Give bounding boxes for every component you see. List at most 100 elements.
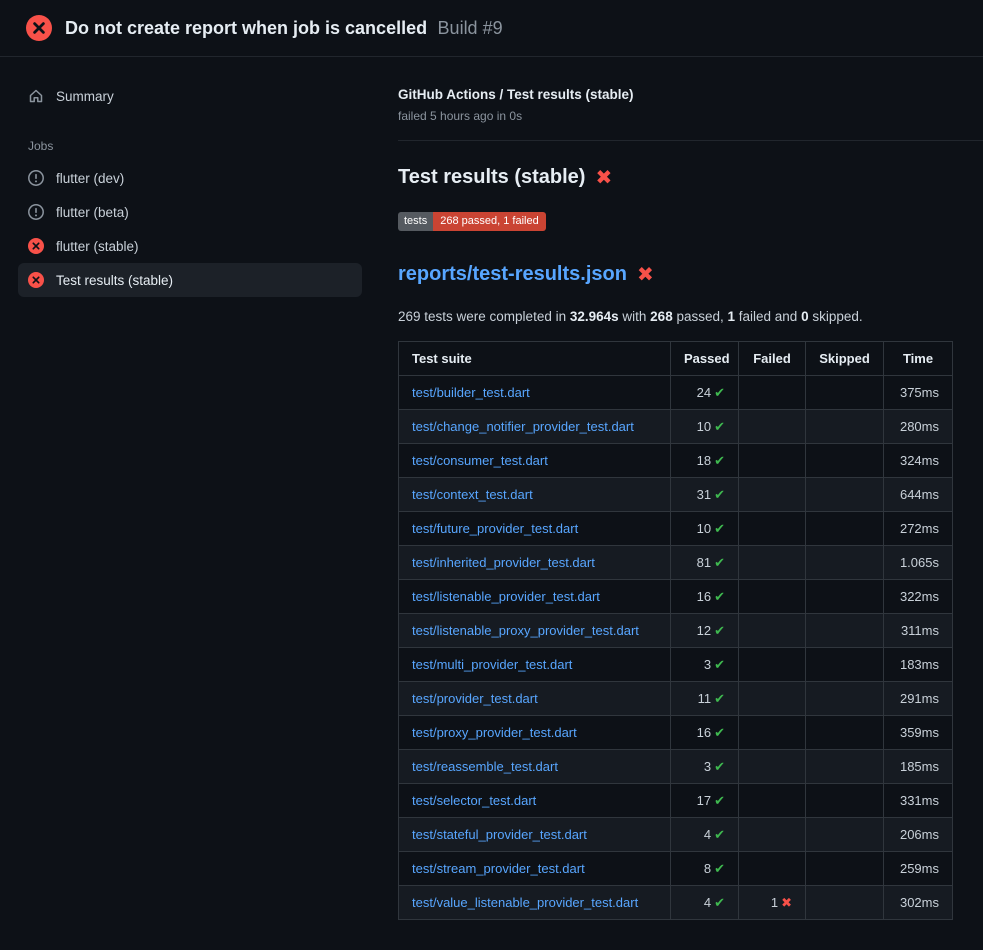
results-table: Test suitePassedFailedSkippedTime test/b… <box>398 341 953 920</box>
passed-cell: 8✔ <box>671 852 739 886</box>
failed-x-icon: ✖ <box>595 168 612 188</box>
run-title-group: Do not create report when job is cancell… <box>65 18 503 39</box>
failed-cell <box>739 648 806 682</box>
passed-cell: 11✔ <box>671 682 739 716</box>
skipped-cell <box>806 546 884 580</box>
skipped-cell <box>806 614 884 648</box>
skipped-cell <box>806 444 884 478</box>
check-icon: ✔ <box>714 487 725 502</box>
skipped-cell <box>806 852 884 886</box>
suite-cell: test/selector_test.dart <box>399 784 671 818</box>
table-row: test/stateful_provider_test.dart4✔206ms <box>399 818 953 852</box>
table-row: test/reassemble_test.dart3✔185ms <box>399 750 953 784</box>
suite-link[interactable]: test/listenable_provider_test.dart <box>412 589 600 604</box>
suite-cell: test/future_provider_test.dart <box>399 512 671 546</box>
time-cell: 259ms <box>884 852 953 886</box>
check-icon: ✔ <box>714 521 725 536</box>
skipped-cell <box>806 818 884 852</box>
sidebar-job-item[interactable]: Test results (stable) <box>18 263 362 297</box>
time-cell: 280ms <box>884 410 953 444</box>
time-cell: 359ms <box>884 716 953 750</box>
passed-cell: 16✔ <box>671 580 739 614</box>
passed-cell: 4✔ <box>671 886 739 920</box>
cancelled-circle-icon <box>28 170 44 186</box>
section-title: Test results (stable) ✖ <box>398 166 983 189</box>
summary-segment: skipped. <box>809 309 863 324</box>
badge-value: 268 passed, 1 failed <box>433 212 545 231</box>
failed-cell <box>739 580 806 614</box>
suite-link[interactable]: test/stateful_provider_test.dart <box>412 827 587 842</box>
suite-cell: test/multi_provider_test.dart <box>399 648 671 682</box>
suite-link[interactable]: test/stream_provider_test.dart <box>412 861 585 876</box>
suite-link[interactable]: test/inherited_provider_test.dart <box>412 555 595 570</box>
main-content: GitHub Actions / Test results (stable) f… <box>372 57 983 950</box>
sidebar-job-item[interactable]: flutter (beta) <box>18 195 362 229</box>
skipped-cell <box>806 716 884 750</box>
suite-cell: test/proxy_provider_test.dart <box>399 716 671 750</box>
job-label: Test results (stable) <box>56 273 173 288</box>
x-circle-icon <box>28 272 44 288</box>
table-row: test/provider_test.dart 11✔ 291ms <box>399 682 953 716</box>
time-cell: 324ms <box>884 444 953 478</box>
summary-segment: 269 tests were completed in <box>398 309 570 324</box>
suite-link[interactable]: test/future_provider_test.dart <box>412 521 578 536</box>
passed-cell: 17✔ <box>671 784 739 818</box>
sidebar-item-summary[interactable]: Summary <box>18 79 362 113</box>
suite-link[interactable]: test/value_listenable_provider_test.dart <box>412 895 638 910</box>
time-cell: 1.065s <box>884 546 953 580</box>
failed-cell: 1✖ <box>739 886 806 920</box>
failed-cell <box>739 750 806 784</box>
suite-link[interactable]: test/proxy_provider_test.dart <box>412 725 577 740</box>
table-row: test/proxy_provider_test.dart16✔359ms <box>399 716 953 750</box>
suite-cell: test/stream_provider_test.dart <box>399 852 671 886</box>
suite-cell: test/listenable_provider_test.dart <box>399 580 671 614</box>
failed-cell <box>739 784 806 818</box>
suite-link[interactable]: test/multi_provider_test.dart <box>412 657 572 672</box>
tests-status-badge: tests 268 passed, 1 failed <box>398 212 546 231</box>
column-header: Test suite <box>399 342 671 376</box>
passed-cell: 10✔ <box>671 512 739 546</box>
table-row: test/builder_test.dart24✔375ms <box>399 376 953 410</box>
badge-label: tests <box>398 212 433 231</box>
suite-link[interactable]: test/provider_test.dart <box>412 691 538 706</box>
report-link[interactable]: reports/test-results.json <box>398 263 627 286</box>
summary-segment: failed and <box>735 309 801 324</box>
summary-segment: 268 <box>650 309 673 324</box>
failed-cell <box>739 818 806 852</box>
suite-link[interactable]: test/selector_test.dart <box>412 793 536 808</box>
check-icon: ✔ <box>714 827 725 842</box>
time-cell: 206ms <box>884 818 953 852</box>
job-label: flutter (dev) <box>56 171 124 186</box>
sidebar-job-item[interactable]: flutter (stable) <box>18 229 362 263</box>
table-row: test/consumer_test.dart18✔324ms <box>399 444 953 478</box>
time-cell: 185ms <box>884 750 953 784</box>
home-icon <box>28 88 44 104</box>
table-row: test/multi_provider_test.dart3✔183ms <box>399 648 953 682</box>
time-cell: 291ms <box>884 682 953 716</box>
table-row: test/future_provider_test.dart10✔272ms <box>399 512 953 546</box>
suite-link[interactable]: test/change_notifier_provider_test.dart <box>412 419 634 434</box>
jobs-heading: Jobs <box>28 139 362 153</box>
passed-cell: 3✔ <box>671 648 739 682</box>
suite-cell: test/listenable_proxy_provider_test.dart <box>399 614 671 648</box>
failed-cell <box>739 852 806 886</box>
check-icon: ✔ <box>714 419 725 434</box>
cancelled-circle-icon <box>28 204 44 220</box>
sidebar-summary-label: Summary <box>56 89 114 104</box>
passed-cell: 24✔ <box>671 376 739 410</box>
sidebar-job-item[interactable]: flutter (dev) <box>18 161 362 195</box>
suite-link[interactable]: test/listenable_proxy_provider_test.dart <box>412 623 639 638</box>
passed-cell: 81✔ <box>671 546 739 580</box>
check-icon: ✔ <box>714 453 725 468</box>
time-cell: 644ms <box>884 478 953 512</box>
suite-link[interactable]: test/builder_test.dart <box>412 385 530 400</box>
check-icon: ✔ <box>714 861 725 876</box>
jobs-list: flutter (dev) flutter (beta)flutter (stab… <box>18 161 362 297</box>
suite-link[interactable]: test/context_test.dart <box>412 487 533 502</box>
suite-link[interactable]: test/consumer_test.dart <box>412 453 548 468</box>
suite-cell: test/context_test.dart <box>399 478 671 512</box>
x-icon: ✖ <box>781 895 792 910</box>
suite-link[interactable]: test/reassemble_test.dart <box>412 759 558 774</box>
column-header: Time <box>884 342 953 376</box>
table-row: test/change_notifier_provider_test.dart1… <box>399 410 953 444</box>
